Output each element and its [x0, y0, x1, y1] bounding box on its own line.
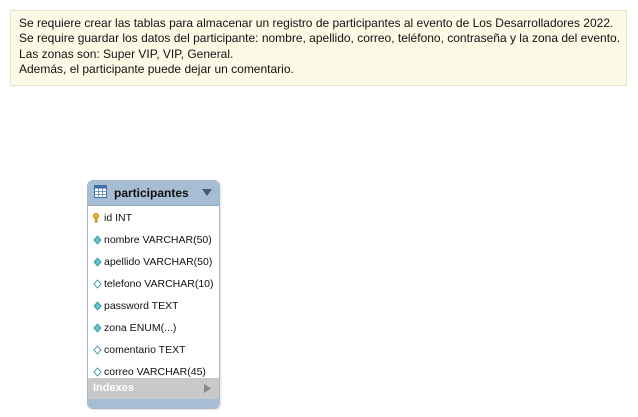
table-icon	[94, 185, 107, 198]
column-text-nombre: nombre VARCHAR(50)	[104, 234, 212, 246]
column-text-zona: zona ENUM(...)	[104, 322, 177, 334]
column-diamond-filled-icon	[93, 235, 102, 245]
note-line-1: Se requiere crear las tablas para almace…	[19, 16, 614, 30]
column-text-id: id INT	[104, 212, 133, 224]
column-row-zona[interactable]: zona ENUM(...)	[88, 317, 219, 339]
table-footer	[88, 399, 219, 408]
column-row-nombre[interactable]: nombre VARCHAR(50)	[88, 229, 219, 251]
column-row-password[interactable]: password TEXT	[88, 295, 219, 317]
table-participantes[interactable]: participantes id INT nombre VARCHAR(50) …	[87, 180, 220, 409]
column-text-password: password TEXT	[104, 300, 179, 312]
table-header[interactable]: participantes	[88, 181, 219, 206]
column-text-telefono: telefono VARCHAR(10)	[104, 278, 214, 290]
column-row-apellido[interactable]: apellido VARCHAR(50)	[88, 251, 219, 273]
note-line-3: Las zonas son: Super VIP, VIP, General.	[19, 46, 234, 61]
column-row-telefono[interactable]: telefono VARCHAR(10)	[88, 273, 219, 295]
column-diamond-filled-icon	[93, 257, 102, 267]
column-diamond-outline-icon	[93, 367, 102, 377]
indexes-label: Indexes	[93, 382, 134, 394]
expand-arrow-icon[interactable]	[203, 383, 212, 394]
column-row-comentario[interactable]: comentario TEXT	[88, 339, 219, 361]
collapse-triangle-icon[interactable]	[201, 186, 213, 198]
note-line-4: Además, el participante puede dejar un c…	[19, 61, 294, 76]
column-diamond-outline-icon	[93, 279, 102, 289]
note-line-2: Se require guardar los datos del partici…	[19, 31, 621, 46]
column-diamond-filled-icon	[93, 323, 102, 333]
indexes-section[interactable]: Indexes	[88, 378, 219, 399]
column-text-apellido: apellido VARCHAR(50)	[104, 256, 213, 268]
column-row-id[interactable]: id INT	[88, 207, 219, 229]
column-text-comentario: comentario TEXT	[104, 344, 186, 356]
primary-key-icon	[93, 213, 99, 223]
column-text-correo: correo VARCHAR(45)	[104, 366, 206, 378]
requirements-note: Se requiere crear las tablas para almace…	[10, 10, 627, 86]
column-diamond-filled-icon	[93, 301, 102, 311]
table-title: participantes	[114, 186, 189, 200]
column-diamond-outline-icon	[93, 345, 102, 355]
